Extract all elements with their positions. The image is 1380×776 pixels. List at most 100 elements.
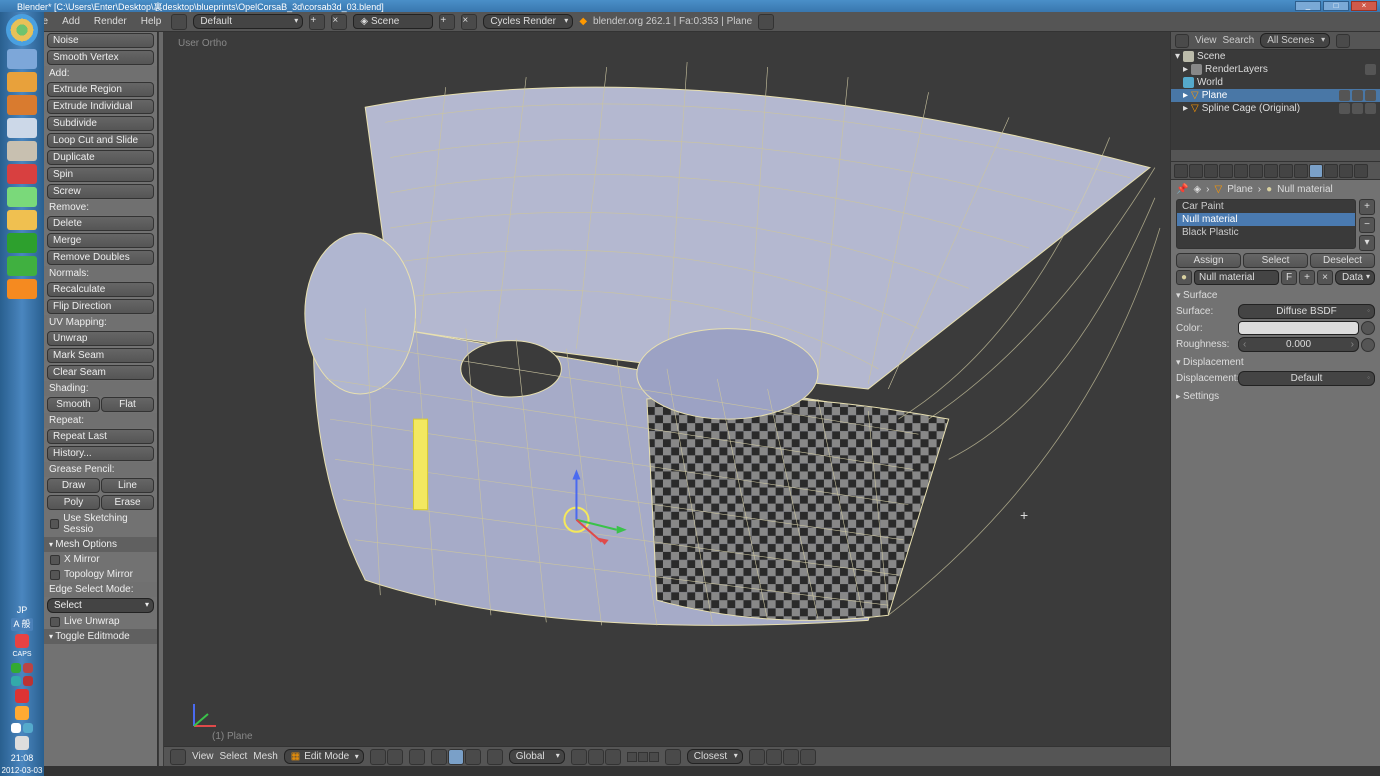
taskbar-app-icon[interactable] [7,118,37,138]
tray-antivirus-icon[interactable] [15,689,29,703]
modifiers-tab-icon[interactable] [1249,164,1263,178]
layout-add-icon[interactable]: + [309,14,325,30]
tray-icon[interactable] [11,663,21,673]
tray-icon[interactable] [15,634,29,648]
slot-menu-button[interactable]: ▾ [1359,235,1375,251]
mesh-menu[interactable]: Mesh [253,751,277,762]
material-slot[interactable]: Black Plastic [1177,226,1355,239]
ime-indicator[interactable]: JP [17,605,28,616]
noise-button[interactable]: Noise [47,33,154,48]
tray-flag-icon[interactable] [11,723,21,733]
render-tab-icon[interactable] [1174,164,1188,178]
editor-type-icon[interactable] [170,749,186,765]
render-icon[interactable] [1365,103,1376,114]
mark-seam-button[interactable]: Mark Seam [47,348,154,363]
surface-shader-select[interactable]: Diffuse BSDF [1238,304,1375,319]
layer-icon[interactable] [638,752,648,762]
tray-network-icon[interactable] [23,723,33,733]
material-slot[interactable]: Car Paint [1177,200,1355,213]
material-add-button[interactable]: + [1299,270,1315,285]
particles-tab-icon[interactable] [1279,164,1293,178]
taskbar-app-icon[interactable] [7,72,37,92]
snap-toggle-icon[interactable] [665,749,681,765]
orientation-select[interactable]: Global [509,749,565,764]
outliner-spline-row[interactable]: ▸▽Spline Cage (Original) [1171,102,1380,115]
select-button[interactable]: Select [1243,253,1308,268]
layer-icon[interactable] [649,752,659,762]
edge-select-icon[interactable] [448,749,464,765]
limit-selection-icon[interactable] [487,749,503,765]
scene-add-icon[interactable]: + [439,14,455,30]
taskbar-app-icon[interactable] [7,187,37,207]
shading-wire-icon[interactable] [370,749,386,765]
manipulator-rotate-icon[interactable] [588,749,604,765]
material-remove-button[interactable]: × [1317,270,1333,285]
viewport-shading-buttons[interactable] [370,749,403,765]
smooth-vertex-button[interactable]: Smooth Vertex [47,50,154,65]
eye-icon[interactable] [1339,103,1350,114]
gp-draw-button[interactable]: Draw [47,478,100,493]
history-button[interactable]: History... [47,446,154,461]
material-slot[interactable]: Null material [1177,213,1355,226]
minimize-button[interactable]: _ [1295,1,1321,11]
extra-tab-icon[interactable] [1339,164,1353,178]
deselect-button[interactable]: Deselect [1310,253,1375,268]
duplicate-button[interactable]: Duplicate [47,150,154,165]
render-preview-icon[interactable] [766,749,782,765]
physics-tab-icon[interactable] [1294,164,1308,178]
clock-time[interactable]: 21:08 [11,753,34,764]
subdivide-button[interactable]: Subdivide [47,116,154,131]
outliner-plane-row[interactable]: ▸▽Plane [1171,89,1380,102]
ime-mode-indicator[interactable]: A 般 [11,618,32,631]
delete-button[interactable]: Delete [47,216,154,231]
layout-remove-icon[interactable]: × [331,14,347,30]
scene-tab-icon[interactable] [1189,164,1203,178]
extrude-individual-button[interactable]: Extrude Individual [47,99,154,114]
view-menu[interactable]: View [192,751,214,762]
layer-buttons[interactable] [627,752,659,762]
cursor-icon[interactable] [1352,90,1363,101]
loop-cut-button[interactable]: Loop Cut and Slide [47,133,154,148]
tray-icon[interactable] [11,676,21,686]
proportional-edit-icon[interactable] [749,749,765,765]
tray-icon[interactable] [23,676,33,686]
extrude-region-button[interactable]: Extrude Region [47,82,154,97]
assign-button[interactable]: Assign [1176,253,1241,268]
slot-add-button[interactable]: + [1359,199,1375,215]
color-node-socket-icon[interactable] [1361,321,1375,335]
settings-panel-header[interactable]: Settings [1176,390,1375,403]
select-mode-buttons[interactable] [431,749,481,765]
snap-element-select[interactable]: Closest [687,749,743,764]
layout-select[interactable]: Default [193,14,303,29]
render-menu[interactable]: Render [90,16,131,27]
opengl-anim-icon[interactable] [800,749,816,765]
unwrap-button[interactable]: Unwrap [47,331,154,346]
taskbar-firefox-icon[interactable] [7,95,37,115]
scene-select[interactable]: ◈ Scene [353,14,433,29]
mesh-options-panel[interactable]: Mesh Options [44,537,157,552]
gp-line-button[interactable]: Line [101,478,154,493]
shade-smooth-button[interactable]: Smooth [47,397,100,412]
search-icon[interactable] [1336,34,1350,48]
object-tab-icon[interactable] [1219,164,1233,178]
material-tab-icon[interactable] [1309,164,1323,178]
topology-mirror-checkbox[interactable]: Topology Mirror [47,568,154,581]
help-menu[interactable]: Help [137,16,166,27]
outliner-view-menu[interactable]: View [1195,35,1217,46]
close-button[interactable]: × [1351,1,1377,11]
edge-select-mode-select[interactable]: Select [47,598,154,613]
manipulator-buttons[interactable] [571,749,621,765]
roughness-node-socket-icon[interactable] [1361,338,1375,352]
clear-seam-button[interactable]: Clear Seam [47,365,154,380]
outliner-renderlayers-row[interactable]: ▸RenderLayers [1171,63,1380,76]
flip-direction-button[interactable]: Flip Direction [47,299,154,314]
taskbar-app-icon[interactable] [7,141,37,161]
color-swatch[interactable] [1238,321,1359,335]
merge-button[interactable]: Merge [47,233,154,248]
material-name-field[interactable]: Null material [1194,270,1279,285]
texture-tab-icon[interactable] [1324,164,1338,178]
pin-icon[interactable]: 📌 [1176,184,1188,195]
data-tab-icon[interactable] [1264,164,1278,178]
tray-icon[interactable] [23,663,33,673]
extra2-tab-icon[interactable] [1354,164,1368,178]
